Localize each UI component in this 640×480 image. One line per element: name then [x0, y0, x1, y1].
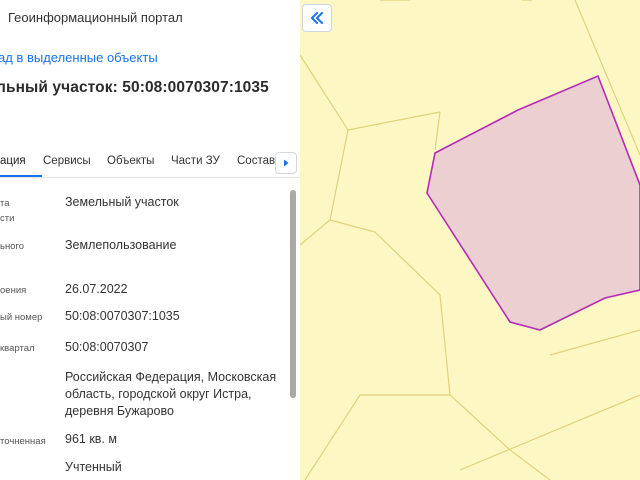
tab-parcel-parts[interactable]: Части ЗУ	[171, 155, 220, 167]
property-label: сти	[0, 213, 15, 224]
property-value: 50:08:0070307	[65, 340, 149, 354]
collapse-panel-button[interactable]	[302, 4, 332, 32]
info-panel: Геоинформационный портал ад в выделенные…	[0, 0, 300, 480]
portal-title: Геоинформационный портал	[8, 10, 183, 25]
tab-services[interactable]: Сервисы	[43, 155, 91, 167]
property-label: квартал	[0, 343, 35, 354]
property-label: точненная	[0, 436, 46, 447]
tab-bar: ация Сервисы Объекты Части ЗУ Состав	[0, 148, 300, 178]
property-value: Учтенный	[65, 460, 122, 474]
property-label: та	[0, 198, 10, 209]
tab-information[interactable]: ация	[0, 155, 26, 167]
active-tab-indicator	[0, 175, 42, 177]
property-value: 961 кв. м	[65, 432, 117, 446]
property-value: 50:08:0070307:1035	[65, 309, 180, 323]
property-value: Российская Федерация, Московская область…	[65, 370, 277, 418]
double-chevron-left-icon	[311, 12, 323, 24]
property-value: 26.07.2022	[65, 282, 128, 296]
page-title: льный участок: 50:08:0070307:1035	[0, 79, 269, 96]
property-label: ый номер	[0, 312, 43, 323]
properties-list: та сти Земельный участок ьного Землеполь…	[0, 186, 290, 480]
selected-parcel[interactable]	[426, 74, 640, 331]
back-to-selected-link[interactable]: ад в выделенные объекты	[0, 50, 158, 65]
tabs-scroll-right-button[interactable]	[275, 152, 297, 174]
map-layer	[300, 0, 640, 480]
property-label: оения	[0, 285, 27, 296]
tab-composition[interactable]: Состав	[237, 155, 275, 167]
property-value: Земельный участок	[65, 195, 179, 209]
map-view[interactable]	[300, 0, 640, 480]
caret-right-icon	[284, 159, 289, 167]
tab-objects[interactable]: Объекты	[107, 155, 154, 167]
scrollbar-thumb[interactable]	[290, 190, 296, 398]
property-label: ьного	[0, 241, 25, 252]
property-value: Землепользование	[65, 238, 177, 252]
